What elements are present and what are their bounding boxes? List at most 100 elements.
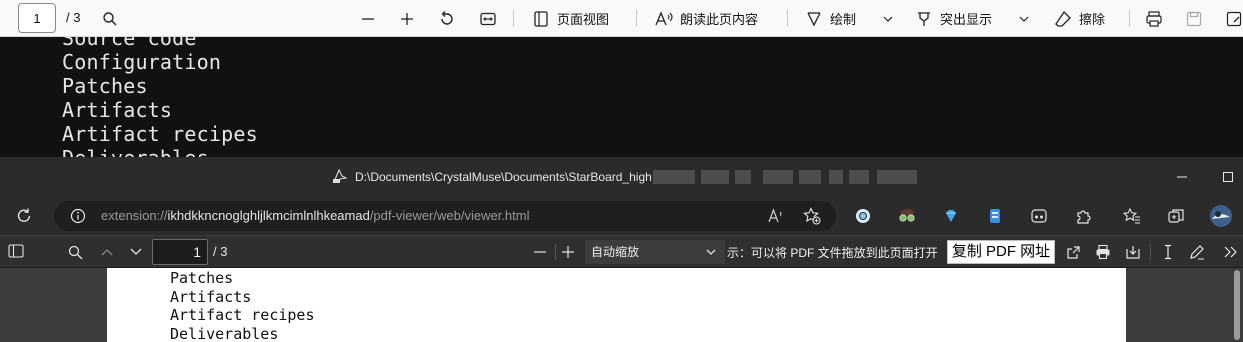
- extension-button[interactable]: [939, 204, 963, 228]
- spy-extension-icon: [897, 207, 917, 225]
- bg-zoom-in-button[interactable]: [397, 0, 417, 37]
- plus-icon: [397, 9, 417, 29]
- next-page-button[interactable]: [125, 241, 147, 263]
- plus-icon: [561, 245, 575, 259]
- bg-doc-line: Artifact recipes: [62, 122, 258, 146]
- page-number-input[interactable]: 1: [152, 239, 208, 265]
- game-extension-icon: [1030, 207, 1048, 225]
- read-aloud-icon: [654, 9, 674, 29]
- search-icon: [100, 9, 120, 29]
- bg-erase-label: 擦除: [1079, 12, 1106, 27]
- zoom-select[interactable]: 自动缩放: [585, 240, 725, 264]
- bg-save-as-button[interactable]: [1224, 0, 1243, 37]
- chevron-down-icon: [129, 247, 143, 257]
- bg-erase-button[interactable]: 擦除: [1053, 0, 1105, 37]
- avatar: [1209, 204, 1233, 228]
- minus-icon: [533, 245, 547, 259]
- zoom-out-button[interactable]: [529, 241, 551, 263]
- chevron-down-icon: [878, 9, 898, 29]
- site-info-button[interactable]: [67, 205, 89, 227]
- copy-pdf-url-button[interactable]: 复制 PDF 网址: [947, 240, 1055, 264]
- favorites-button[interactable]: [1120, 204, 1144, 228]
- extension-button[interactable]: [851, 204, 875, 228]
- diamond-extension-icon: [943, 208, 959, 224]
- maximize-button[interactable]: [1216, 165, 1240, 189]
- bg-highlight-dropdown[interactable]: [1014, 0, 1034, 37]
- bg-highlight-label: 突出显示: [940, 12, 993, 27]
- page-text-line: Deliverables: [170, 325, 279, 342]
- page-view-icon: [531, 9, 551, 29]
- bg-separator: [787, 10, 788, 27]
- bg-doc-line: Configuration: [62, 50, 222, 74]
- title-bar[interactable]: D:\Documents\CrystalMuse\Documents\StarB…: [0, 157, 1243, 196]
- url-text[interactable]: extension://ikhdkkncnoglghljlkmcimlnlhke…: [101, 208, 529, 223]
- save-as-icon: [1224, 9, 1243, 29]
- bg-pdf-toolbar: 1 / 3 页面视图 朗读此页内容 绘制 突出显示 擦除: [0, 0, 1243, 37]
- page-text-line: Artifact recipes: [170, 306, 315, 324]
- scrollbar[interactable]: [1234, 270, 1240, 340]
- page-text-line: Patches: [170, 269, 234, 287]
- redacted-title: [653, 170, 918, 185]
- edit-button[interactable]: [1186, 241, 1208, 263]
- bg-document-area: Source code Configuration Patches Artifa…: [0, 37, 1243, 157]
- bg-save-button[interactable]: [1184, 0, 1204, 37]
- favorites-icon: [1123, 207, 1141, 225]
- read-aloud-button[interactable]: [766, 205, 788, 227]
- previous-page-button[interactable]: [96, 241, 118, 263]
- extension-button[interactable]: [895, 204, 919, 228]
- text-cursor-icon: [1162, 244, 1174, 260]
- refresh-button[interactable]: [12, 204, 36, 228]
- fit-width-icon: [478, 9, 498, 29]
- bg-print-button[interactable]: [1144, 0, 1164, 37]
- pdf-viewer-container[interactable]: Patches Artifacts Artifact recipes Deliv…: [0, 268, 1243, 342]
- bg-zoom-out-button[interactable]: [358, 0, 378, 37]
- open-file-button[interactable]: [1062, 241, 1084, 263]
- toolbar-separator: [1150, 244, 1151, 260]
- bg-rotate-button[interactable]: [437, 0, 457, 37]
- extension-button[interactable]: [1027, 204, 1051, 228]
- bg-read-aloud-button[interactable]: 朗读此页内容: [654, 0, 758, 37]
- print-icon: [1144, 9, 1164, 29]
- zoom-in-button[interactable]: [557, 241, 579, 263]
- collections-button[interactable]: [1164, 204, 1188, 228]
- eraser-icon: [1053, 9, 1073, 29]
- find-button[interactable]: [64, 241, 86, 263]
- bg-doc-line: Source code: [62, 37, 197, 50]
- rotate-icon: [437, 9, 457, 29]
- window-title: D:\Documents\CrystalMuse\Documents\StarB…: [355, 170, 652, 184]
- ring-extension-icon: [854, 207, 872, 225]
- tag-extension-icon: [987, 207, 1003, 225]
- star-add-icon: [803, 207, 821, 225]
- minus-icon: [358, 9, 378, 29]
- download-button[interactable]: [1122, 241, 1144, 263]
- highlight-icon: [914, 9, 934, 29]
- bg-separator: [1129, 10, 1130, 27]
- text-cursor-button[interactable]: [1157, 241, 1179, 263]
- bg-highlight-button[interactable]: 突出显示: [914, 0, 992, 37]
- print-button[interactable]: [1092, 241, 1114, 263]
- maximize-icon: [1222, 171, 1234, 183]
- bg-page-view-button[interactable]: 页面视图: [531, 0, 609, 37]
- toolbar-separator: [555, 244, 556, 260]
- address-bar-row: extension://ikhdkkncnoglghljlkmcimlnlhke…: [0, 196, 1243, 236]
- bg-draw-dropdown[interactable]: [878, 0, 898, 37]
- draw-icon: [804, 9, 824, 29]
- download-icon: [1125, 244, 1141, 260]
- profile-button[interactable]: [1208, 203, 1234, 229]
- bg-separator: [513, 10, 514, 27]
- bg-page-number-input[interactable]: 1: [18, 3, 56, 33]
- search-icon: [68, 245, 83, 260]
- pdf-file-icon: [332, 168, 348, 184]
- add-favorite-button[interactable]: [801, 205, 823, 227]
- bg-draw-button[interactable]: 绘制: [804, 0, 856, 37]
- extensions-button[interactable]: [1071, 204, 1095, 228]
- toggle-sidebar-button[interactable]: [5, 240, 27, 262]
- extension-button[interactable]: [983, 204, 1007, 228]
- bg-search-button[interactable]: [100, 0, 120, 37]
- bg-fit-button[interactable]: [478, 0, 498, 37]
- refresh-icon: [15, 207, 33, 225]
- more-tools-button[interactable]: [1220, 241, 1242, 263]
- save-icon: [1184, 9, 1204, 29]
- minimize-button[interactable]: [1170, 165, 1194, 189]
- pdf-page: Patches Artifacts Artifact recipes Deliv…: [107, 268, 1126, 342]
